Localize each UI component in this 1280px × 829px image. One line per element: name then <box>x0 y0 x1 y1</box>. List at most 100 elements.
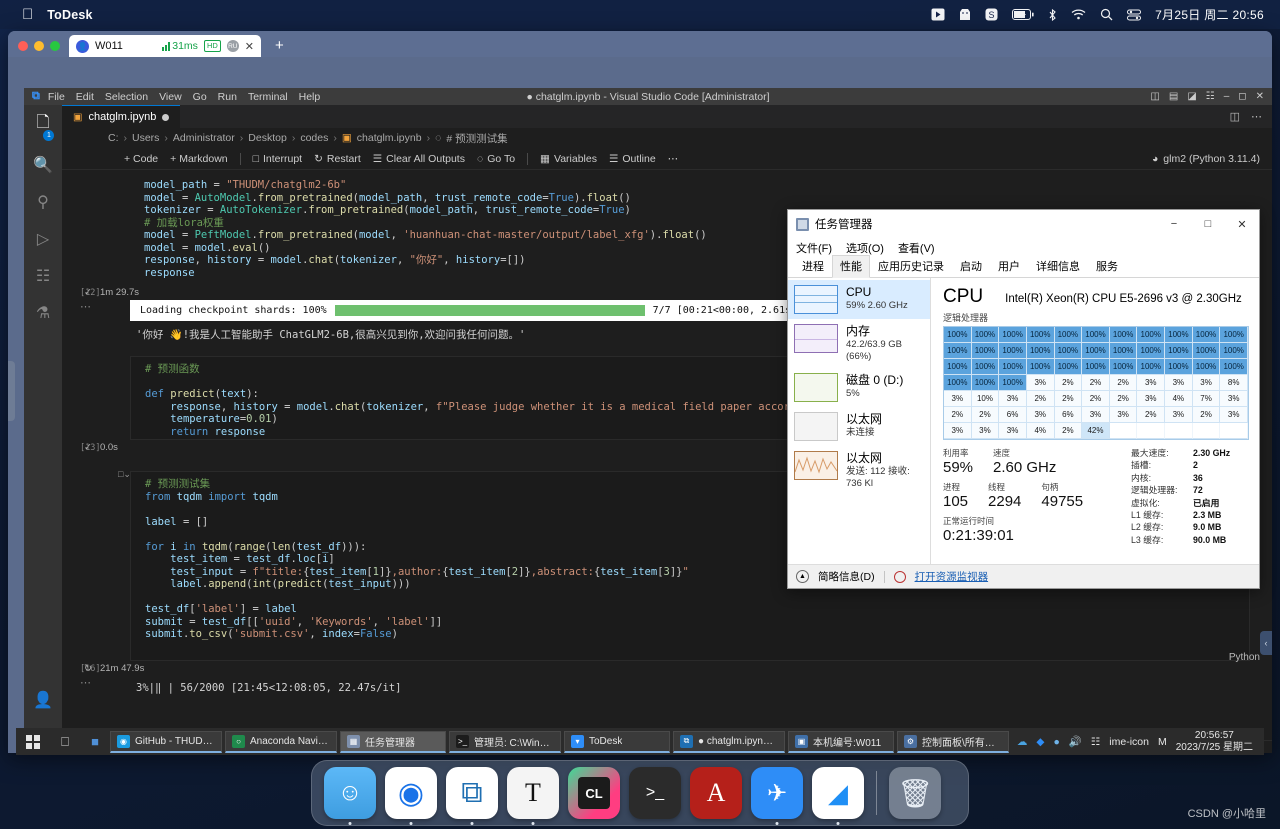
s-app-icon[interactable]: S <box>985 8 998 21</box>
menu-file[interactable]: 文件(F) <box>796 240 832 256</box>
menu-view[interactable]: View <box>159 91 182 103</box>
menu-edit[interactable]: Edit <box>76 91 94 103</box>
breadcrumb-desktop[interactable]: Desktop <box>248 132 287 144</box>
search-icon[interactable] <box>1100 8 1113 21</box>
todesk-tray-icon[interactable]: ◆ <box>1036 736 1044 748</box>
taskbar-item-todesk[interactable]: ▾ ToDesk <box>564 730 670 753</box>
vscode-icon[interactable]: ⧉ <box>446 767 498 825</box>
chrome-icon[interactable]: ◉ <box>385 767 437 825</box>
window-traffic-lights[interactable] <box>14 41 69 57</box>
new-session-button[interactable]: + <box>275 37 284 54</box>
kernel-selector[interactable]: ◕ glm2 (Python 3.11.4) <box>1152 153 1272 165</box>
trash-icon[interactable]: 🗑 <box>889 767 941 819</box>
taskbar-item-cmd[interactable]: >_ 管理员: C:\Windo... <box>449 730 561 753</box>
close-window-button[interactable] <box>18 41 28 51</box>
fewer-details-button[interactable]: 简略信息(D) <box>818 569 875 584</box>
apple-icon[interactable]:  <box>22 7 33 22</box>
control-center-icon[interactable] <box>1127 9 1142 21</box>
close-session-icon[interactable]: ✕ <box>245 40 254 53</box>
finder-icon[interactable]: ☺ <box>324 767 376 825</box>
cell-output-more-icon[interactable]: ⋯ <box>80 676 91 689</box>
desktop-icon[interactable]: ■ <box>80 728 110 755</box>
run-debug-icon[interactable]: ▷ <box>37 229 49 249</box>
dingtalk-icon[interactable]: ✈ <box>751 767 803 825</box>
tab-users[interactable]: 用户 <box>990 255 1028 278</box>
mac-active-app-name[interactable]: ToDesk <box>47 8 92 22</box>
taskbar-item-control-panel[interactable]: ⚙ 控制面板\所有控制... <box>897 730 1009 753</box>
breadcrumb-drive[interactable]: C: <box>108 132 119 144</box>
minimize-button[interactable]: − <box>1157 210 1191 238</box>
window-close-button[interactable]: ✕ <box>1256 91 1264 102</box>
source-control-icon[interactable]: ⚲ <box>37 192 49 212</box>
breadcrumb-administrator[interactable]: Administrator <box>173 132 235 144</box>
window-minimize-button[interactable]: – <box>1224 91 1230 102</box>
taskbar-item-machine-id[interactable]: ▣ 本机编号:W011 <box>788 730 894 753</box>
testing-icon[interactable]: ⚗ <box>36 303 50 323</box>
network-icon[interactable]: ☷ <box>1091 736 1100 748</box>
more-actions-icon[interactable]: ⋯ <box>1251 110 1262 123</box>
maximize-window-button[interactable] <box>50 41 60 51</box>
maximize-button[interactable]: □ <box>1191 210 1225 238</box>
onedrive-icon[interactable]: ☁ <box>1017 736 1028 748</box>
todesk-left-grip[interactable] <box>8 361 15 421</box>
todesk-session-tab[interactable]: 👤 W011 31ms HD RU ✕ <box>69 35 261 57</box>
tab-services[interactable]: 服务 <box>1088 255 1126 278</box>
search-icon[interactable]: 🔍 <box>33 155 53 175</box>
add-code-cell-button[interactable]: + Code <box>124 153 158 165</box>
menu-selection[interactable]: Selection <box>105 91 148 103</box>
clion-icon[interactable]: CL <box>568 767 620 819</box>
bag-icon[interactable] <box>959 8 971 21</box>
breadcrumb-users[interactable]: Users <box>132 132 159 144</box>
go-to-button[interactable]: ◌ Go To <box>477 153 515 165</box>
typora-icon[interactable]: T <box>507 767 559 825</box>
taskbar-item-task-manager[interactable]: ▦ 任务管理器 <box>340 730 446 753</box>
taskbar-item-vscode[interactable]: ⧉ ● chatglm.ipynb -... <box>673 730 785 753</box>
tab-startup[interactable]: 启动 <box>952 255 990 278</box>
tab-performance[interactable]: 性能 <box>832 255 870 278</box>
toggle-secondary-sidebar-icon[interactable]: ◪ <box>1187 91 1196 102</box>
terminal-icon[interactable]: >_ <box>629 767 681 819</box>
close-button[interactable]: ✕ <box>1225 210 1259 238</box>
interrupt-button[interactable]: □ Interrupt <box>253 153 302 165</box>
volume-icon[interactable]: 🔊 <box>1069 735 1082 748</box>
menu-options[interactable]: 选项(O) <box>846 240 884 256</box>
restart-button[interactable]: ↻ Restart <box>314 153 361 165</box>
menu-file[interactable]: File <box>48 91 65 103</box>
explorer-icon[interactable]: 🗋 1 <box>37 111 55 141</box>
battery-charging-icon[interactable] <box>1012 9 1034 20</box>
clear-all-outputs-button[interactable]: ☰ Clear All Outputs <box>373 153 465 165</box>
extensions-icon[interactable]: ☷ <box>36 266 50 286</box>
tab-app-history[interactable]: 应用历史记录 <box>870 255 952 278</box>
resource-item-cpu[interactable]: CPU 59% 2.60 GHz <box>788 280 930 319</box>
breadcrumb-codes[interactable]: codes <box>300 132 328 144</box>
resource-item-ethernet-2[interactable]: 以太网 发送: 112 接收: 736 Kl <box>788 446 930 495</box>
user-badge[interactable]: RU <box>226 40 239 52</box>
menu-help[interactable]: Help <box>299 91 321 103</box>
tab-chatglm-ipynb[interactable]: ▣ chatglm.ipynb <box>62 105 181 128</box>
window-maximize-button[interactable]: ◻ <box>1238 91 1246 102</box>
breadcrumb-file[interactable]: chatglm.ipynb <box>357 132 422 144</box>
toggle-panel-icon[interactable]: ▤ <box>1169 91 1178 102</box>
wifi-icon[interactable] <box>1071 9 1086 20</box>
ime-mode-icon[interactable]: M <box>1158 736 1167 748</box>
menu-view[interactable]: 查看(V) <box>898 240 935 256</box>
todesk-side-toolbar-handle[interactable]: ‹ <box>1260 631 1272 655</box>
cell-output-more-icon[interactable]: ⋯ <box>80 300 91 313</box>
shield-icon[interactable]: ● <box>1053 736 1059 748</box>
resource-item-memory[interactable]: 内存 42.2/63.9 GB (66%) <box>788 319 930 368</box>
tab-processes[interactable]: 进程 <box>794 255 832 278</box>
toggle-primary-sidebar-icon[interactable]: ◫ <box>1150 91 1159 102</box>
accounts-icon[interactable]: 👤 <box>33 690 53 710</box>
hd-badge[interactable]: HD <box>203 40 221 52</box>
menu-terminal[interactable]: Terminal <box>248 91 288 103</box>
chevron-up-icon[interactable]: ▲ <box>796 570 809 583</box>
task-view-icon[interactable]: ⎕ <box>50 728 80 755</box>
resource-item-disk[interactable]: 磁盘 0 (D:) 5% <box>788 368 930 407</box>
open-resource-monitor-link[interactable]: 打开资源监视器 <box>915 569 989 584</box>
split-editor-icon[interactable]: ◫ <box>1230 110 1240 123</box>
resource-item-ethernet-1[interactable]: 以太网 未连接 <box>788 407 930 446</box>
menu-run[interactable]: Run <box>218 91 237 103</box>
outline-button[interactable]: ☰ Outline <box>609 153 656 165</box>
variables-button[interactable]: ▦ Variables <box>540 153 597 165</box>
taskbar-item-github[interactable]: ◉ GitHub - THUDM... <box>110 730 222 753</box>
